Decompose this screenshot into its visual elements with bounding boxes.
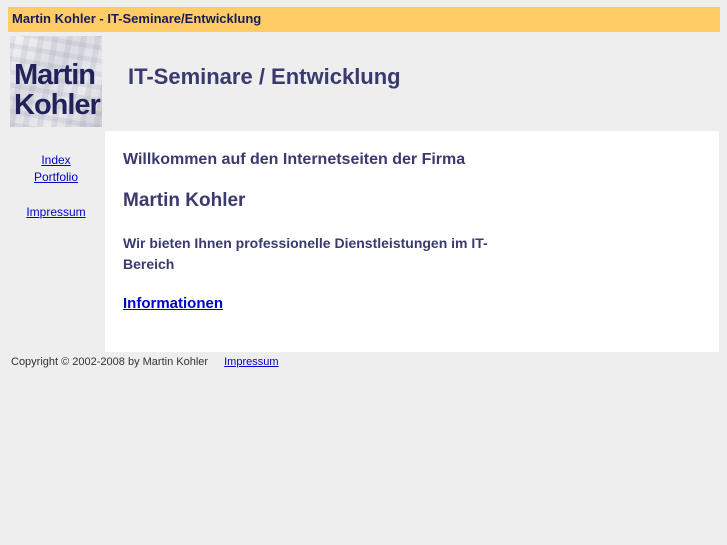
company-name: Martin Kohler: [123, 190, 246, 211]
services-text: Wir bieten Ihnen professionelle Dienstle…: [123, 235, 488, 272]
page-header-title: IT-Seminare / Entwicklung: [128, 64, 401, 89]
copyright-text: Copyright © 2002-2008 by Martin Kohler: [11, 356, 209, 368]
welcome-heading: Willkommen auf den Internetseiten der Fi…: [123, 151, 466, 168]
sidebar-nav: Index Portfolio Impressum: [8, 152, 104, 221]
title-bar: Martin Kohler - IT-Seminare/Entwicklung: [8, 7, 720, 32]
sidebar-item-impressum[interactable]: Impressum: [8, 204, 104, 221]
sidebar-item-index[interactable]: Index: [8, 152, 104, 169]
logo: Martin Kohler: [10, 36, 102, 127]
main-content: Willkommen auf den Internetseiten der Fi…: [105, 131, 719, 352]
informationen-link[interactable]: Informationen: [123, 295, 223, 312]
footer: Copyright © 2002-2008 by Martin Kohler I…: [11, 356, 279, 368]
sidebar-item-portfolio[interactable]: Portfolio: [8, 169, 104, 186]
logo-text-line2: Kohler: [14, 89, 101, 121]
logo-text-line1: Martin: [14, 59, 96, 91]
footer-impressum-link[interactable]: Impressum: [224, 356, 278, 368]
site-title: Martin Kohler - IT-Seminare/Entwicklung: [12, 11, 262, 26]
